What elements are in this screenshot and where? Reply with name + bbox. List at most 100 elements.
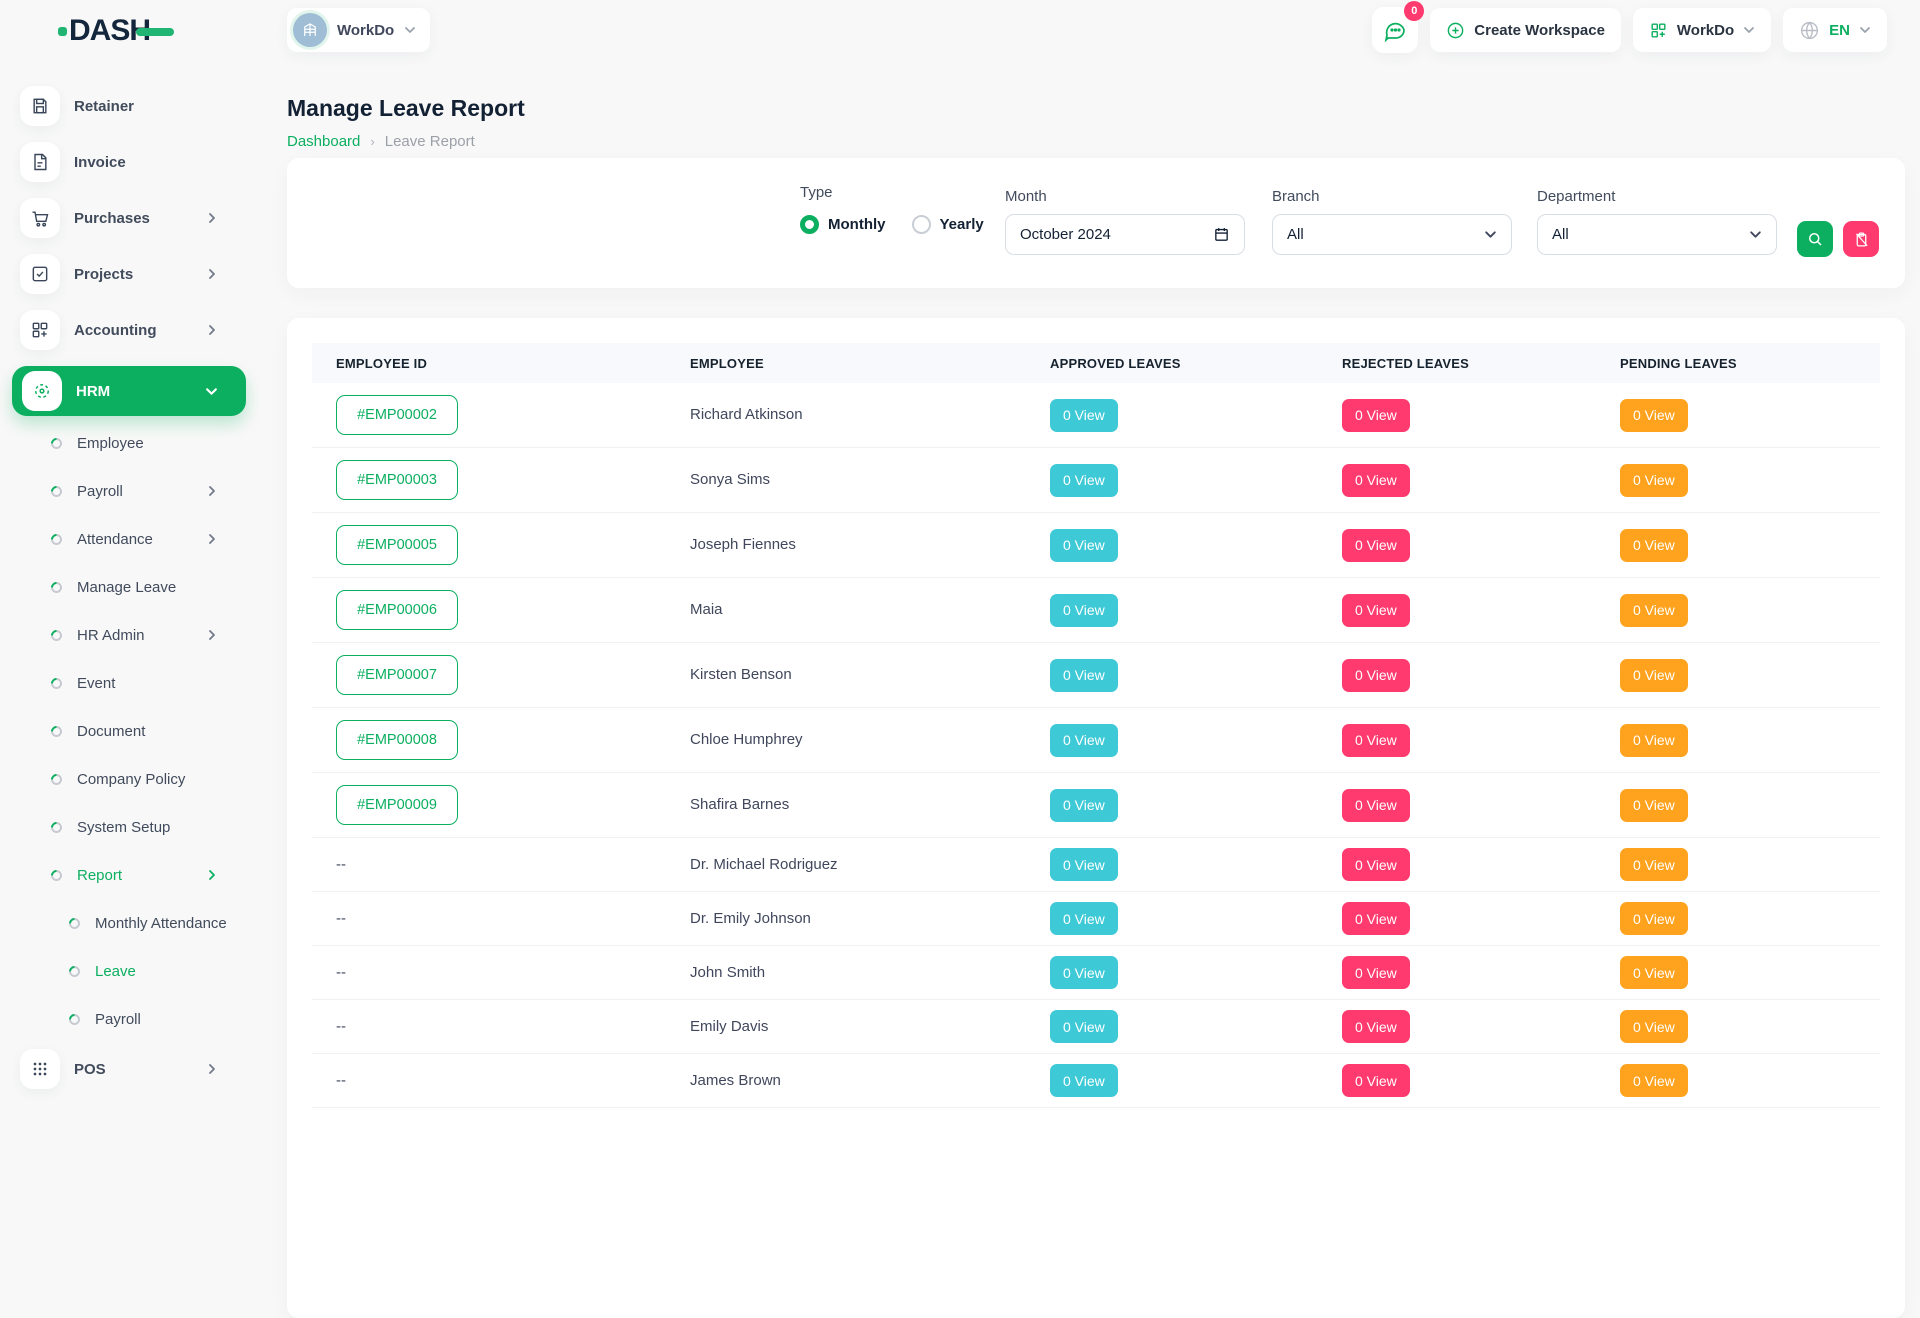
- sidebar-subitem-attendance[interactable]: Attendance: [12, 515, 246, 563]
- approved-leaves-view-button[interactable]: 0 View: [1050, 464, 1118, 497]
- approved-leaves-view-button[interactable]: 0 View: [1050, 399, 1118, 432]
- rejected-leaves-view-button[interactable]: 0 View: [1342, 529, 1410, 562]
- sidebar-item-label: Projects: [74, 266, 246, 283]
- employee-name: James Brown: [690, 1072, 781, 1089]
- approved-leaves-view-button[interactable]: 0 View: [1050, 789, 1118, 822]
- employee-name: Dr. Michael Rodriguez: [690, 856, 838, 873]
- approved-leaves-view-button[interactable]: 0 View: [1050, 594, 1118, 627]
- sidebar-subitem-label: Payroll: [77, 483, 123, 500]
- pending-leaves-view-button[interactable]: 0 View: [1620, 724, 1688, 757]
- sidebar-subitem-report[interactable]: Report: [12, 851, 246, 899]
- leave-report-table: EMPLOYEE IDEMPLOYEEAPPROVED LEAVESREJECT…: [312, 343, 1880, 1108]
- employee-id-empty: --: [336, 964, 346, 981]
- sidebar-subitem-label: Attendance: [77, 531, 153, 548]
- sidebar-subitem-company-policy[interactable]: Company Policy: [12, 755, 246, 803]
- pending-leaves-view-button[interactable]: 0 View: [1620, 1010, 1688, 1043]
- branch-label: Branch: [1272, 188, 1512, 205]
- search-button[interactable]: [1797, 221, 1833, 257]
- sidebar-subitem-employee[interactable]: Employee: [12, 419, 246, 467]
- rejected-leaves-view-button[interactable]: 0 View: [1342, 399, 1410, 432]
- approved-leaves-view-button[interactable]: 0 View: [1050, 724, 1118, 757]
- approved-leaves-view-button[interactable]: 0 View: [1050, 1064, 1118, 1097]
- bullet-icon: [49, 579, 65, 595]
- table-row: -- John Smith 0 View 0 View 0 View: [312, 946, 1880, 1000]
- sidebar-subitem-system-setup[interactable]: System Setup: [12, 803, 246, 851]
- chevron-right-icon: [206, 268, 218, 280]
- sidebar-subitem-leave[interactable]: Leave: [12, 947, 246, 995]
- sidebar-subitem-monthly-attendance[interactable]: Monthly Attendance: [12, 899, 246, 947]
- bullet-icon: [67, 915, 83, 931]
- pending-leaves-view-button[interactable]: 0 View: [1620, 464, 1688, 497]
- approved-leaves-view-button[interactable]: 0 View: [1050, 529, 1118, 562]
- pending-leaves-view-button[interactable]: 0 View: [1620, 956, 1688, 989]
- employee-id-empty: --: [336, 856, 346, 873]
- approved-leaves-view-button[interactable]: 0 View: [1050, 848, 1118, 881]
- pending-leaves-view-button[interactable]: 0 View: [1620, 529, 1688, 562]
- pending-leaves-view-button[interactable]: 0 View: [1620, 399, 1688, 432]
- table-body: #EMP00002 Richard Atkinson 0 View 0 View…: [312, 383, 1880, 1108]
- sidebar-item-invoice[interactable]: Invoice: [12, 142, 246, 182]
- table-row: #EMP00005 Joseph Fiennes 0 View 0 View 0…: [312, 513, 1880, 578]
- sidebar-item-retainer[interactable]: Retainer: [12, 86, 246, 126]
- employee-id-button[interactable]: #EMP00002: [336, 395, 458, 435]
- approved-leaves-view-button[interactable]: 0 View: [1050, 902, 1118, 935]
- calendar-icon: [1213, 226, 1230, 243]
- sidebar-subitem-hr-admin[interactable]: HR Admin: [12, 611, 246, 659]
- sidebar-subitem-document[interactable]: Document: [12, 707, 246, 755]
- bullet-icon: [49, 435, 65, 451]
- department-select[interactable]: All: [1537, 214, 1777, 255]
- branch-value: All: [1287, 226, 1484, 243]
- rejected-leaves-view-button[interactable]: 0 View: [1342, 1064, 1410, 1097]
- approved-leaves-view-button[interactable]: 0 View: [1050, 659, 1118, 692]
- sidebar-item-hrm[interactable]: HRM: [12, 366, 246, 416]
- breadcrumb-dashboard-link[interactable]: Dashboard: [287, 133, 360, 150]
- sidebar-subitem-payroll[interactable]: Payroll: [12, 467, 246, 515]
- sidebar-item-pos[interactable]: POS: [12, 1049, 246, 1089]
- rejected-leaves-view-button[interactable]: 0 View: [1342, 848, 1410, 881]
- bullet-icon: [49, 819, 65, 835]
- reset-filter-button[interactable]: [1843, 221, 1879, 257]
- sidebar-subitem-label: Leave: [95, 963, 136, 980]
- pending-leaves-view-button[interactable]: 0 View: [1620, 594, 1688, 627]
- sidebar-subitem-manage-leave[interactable]: Manage Leave: [12, 563, 246, 611]
- clipboard-off-icon: [1853, 231, 1870, 248]
- bullet-icon: [49, 723, 65, 739]
- chevron-down-icon: [1484, 228, 1497, 241]
- pending-leaves-view-button[interactable]: 0 View: [1620, 902, 1688, 935]
- rejected-leaves-view-button[interactable]: 0 View: [1342, 724, 1410, 757]
- pending-leaves-view-button[interactable]: 0 View: [1620, 659, 1688, 692]
- pending-leaves-view-button[interactable]: 0 View: [1620, 1064, 1688, 1097]
- rejected-leaves-view-button[interactable]: 0 View: [1342, 902, 1410, 935]
- pending-leaves-view-button[interactable]: 0 View: [1620, 848, 1688, 881]
- approved-leaves-view-button[interactable]: 0 View: [1050, 1010, 1118, 1043]
- employee-id-button[interactable]: #EMP00003: [336, 460, 458, 500]
- radio-monthly-control[interactable]: [800, 215, 819, 234]
- employee-id-button[interactable]: #EMP00009: [336, 785, 458, 825]
- sidebar-subitem-label: Manage Leave: [77, 579, 176, 596]
- sidebar-item-accounting[interactable]: Accounting: [12, 310, 246, 350]
- employee-id-button[interactable]: #EMP00005: [336, 525, 458, 565]
- sidebar-subitem-payroll[interactable]: Payroll: [12, 995, 246, 1043]
- month-input[interactable]: October 2024: [1005, 214, 1245, 255]
- rejected-leaves-view-button[interactable]: 0 View: [1342, 1010, 1410, 1043]
- rejected-leaves-view-button[interactable]: 0 View: [1342, 789, 1410, 822]
- approved-leaves-view-button[interactable]: 0 View: [1050, 956, 1118, 989]
- employee-id-button[interactable]: #EMP00007: [336, 655, 458, 695]
- employee-id-button[interactable]: #EMP00006: [336, 590, 458, 630]
- table-row: #EMP00007 Kirsten Benson 0 View 0 View 0…: [312, 643, 1880, 708]
- bullet-icon: [49, 627, 65, 643]
- rejected-leaves-view-button[interactable]: 0 View: [1342, 464, 1410, 497]
- rejected-leaves-view-button[interactable]: 0 View: [1342, 594, 1410, 627]
- rejected-leaves-view-button[interactable]: 0 View: [1342, 956, 1410, 989]
- rejected-leaves-view-button[interactable]: 0 View: [1342, 659, 1410, 692]
- sidebar-item-projects[interactable]: Projects: [12, 254, 246, 294]
- sidebar-subitem-event[interactable]: Event: [12, 659, 246, 707]
- pending-leaves-view-button[interactable]: 0 View: [1620, 789, 1688, 822]
- branch-select[interactable]: All: [1272, 214, 1512, 255]
- radio-monthly[interactable]: Monthly: [800, 215, 886, 234]
- sidebar-item-purchases[interactable]: Purchases: [12, 198, 246, 238]
- radio-yearly[interactable]: Yearly: [912, 215, 984, 234]
- sidebar-item-label: POS: [74, 1061, 246, 1078]
- employee-id-button[interactable]: #EMP00008: [336, 720, 458, 760]
- radio-yearly-control[interactable]: [912, 215, 931, 234]
